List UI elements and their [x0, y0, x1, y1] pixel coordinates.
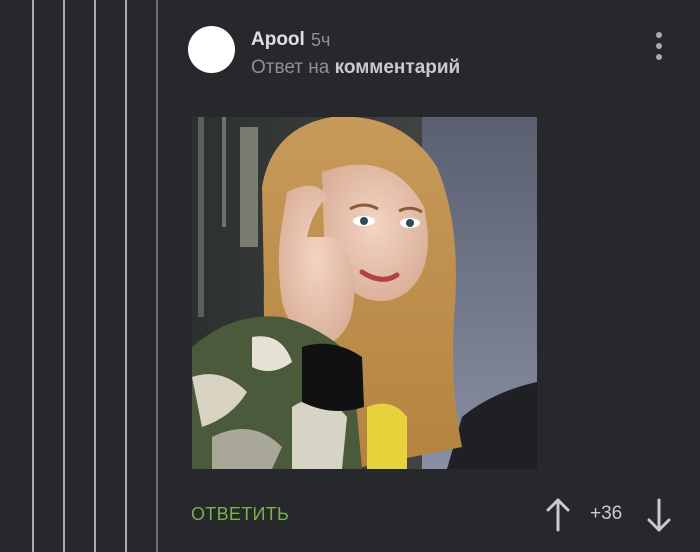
- more-vertical-icon[interactable]: [650, 32, 668, 62]
- avatar[interactable]: [188, 26, 235, 73]
- comment-image[interactable]: [192, 117, 537, 469]
- comment-author[interactable]: Apool: [251, 29, 305, 51]
- reply-to-prefix: Ответ на: [251, 57, 330, 78]
- thread-line[interactable]: [94, 0, 96, 552]
- comment-time: 5ч: [311, 30, 331, 50]
- thread-line[interactable]: [63, 0, 65, 552]
- thread-line[interactable]: [32, 0, 34, 552]
- arrow-up-icon[interactable]: [543, 497, 573, 533]
- reply-button[interactable]: ОТВЕТИТЬ: [191, 504, 289, 525]
- rating-value: +36: [590, 503, 623, 524]
- reply-to-line: Ответ на комментарий: [251, 57, 460, 79]
- arrow-down-icon[interactable]: [644, 497, 674, 533]
- reply-to-link[interactable]: комментарий: [335, 57, 461, 78]
- thread-line[interactable]: [156, 0, 158, 552]
- thread-indent-lines: [0, 0, 170, 552]
- thread-line[interactable]: [125, 0, 127, 552]
